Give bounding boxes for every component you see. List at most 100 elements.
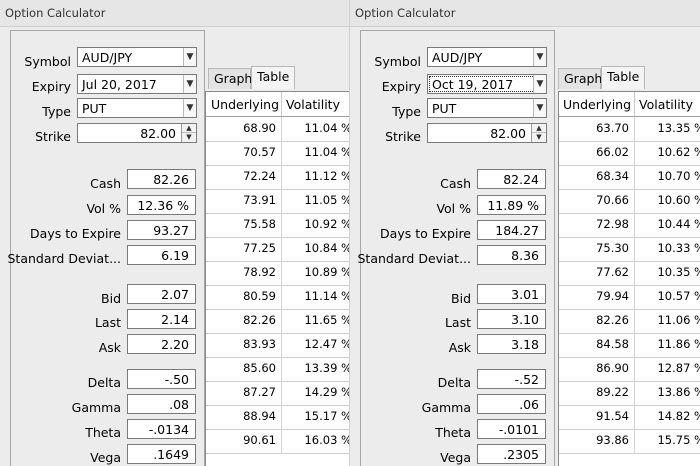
column-header-underlying[interactable]: Underlying [563, 97, 631, 112]
delta-field[interactable]: -.52 [477, 369, 546, 389]
delta-value: -.50 [164, 372, 189, 387]
volatility-cell: 10.57 % [657, 289, 700, 303]
volatility-cell: 11.04 % [304, 145, 350, 159]
type-dropdown[interactable]: PUT ▼ [77, 98, 197, 118]
volatility-cell: 11.05 % [304, 193, 350, 207]
last-label: Last [444, 315, 471, 330]
type-dropdown[interactable]: PUT ▼ [427, 98, 547, 118]
table-row[interactable]: 83.93 12.47 % [206, 333, 350, 358]
table-row[interactable]: 91.54 14.82 % [559, 405, 700, 430]
chevron-down-icon[interactable]: ▼ [183, 48, 196, 66]
expiry-dropdown[interactable]: Jul 20, 2017 ▼ [77, 74, 197, 94]
strike-stepper[interactable]: 82.00 ▲ ▼ [427, 123, 547, 143]
table-row[interactable]: 77.62 10.35 % [559, 261, 700, 286]
column-header-volatility[interactable]: Volatility [639, 97, 693, 112]
ask-value: 3.18 [511, 337, 539, 352]
cash-field[interactable]: 82.26 [127, 169, 196, 189]
table-row[interactable]: 63.70 13.35 % [559, 117, 700, 142]
table-row[interactable]: 72.98 10.44 % [559, 213, 700, 238]
table-row[interactable]: 77.25 10.84 % [206, 237, 350, 262]
expiry-dropdown[interactable]: Oct 19, 2017 ▼ [427, 74, 547, 94]
ask-field[interactable]: 2.20 [127, 334, 196, 354]
table-row[interactable]: 93.86 15.75 % [559, 429, 700, 454]
theta-field[interactable]: -.0101 [477, 419, 546, 439]
vol-field[interactable]: 12.36 % [127, 195, 196, 215]
volatility-cell: 12.47 % [304, 337, 350, 351]
vega-field[interactable]: .2305 [477, 444, 546, 464]
tab-graph[interactable]: Graph [558, 68, 602, 89]
table-row[interactable]: 85.60 13.39 % [206, 357, 349, 382]
spin-down-icon[interactable]: ▼ [532, 133, 546, 142]
table-row[interactable]: 87.27 14.29 % [206, 381, 349, 406]
underlying-cell: 93.86 [596, 433, 629, 447]
bid-field[interactable]: 2.07 [127, 284, 196, 304]
stddev-value: 8.36 [511, 248, 539, 263]
chevron-down-icon[interactable]: ▼ [533, 75, 546, 93]
table-row[interactable]: 75.58 10.92 % [206, 213, 349, 238]
underlying-cell: 70.57 [243, 145, 276, 159]
vega-field[interactable]: .1649 [127, 444, 196, 464]
tab-table[interactable]: Table [251, 66, 295, 89]
spin-up-icon[interactable]: ▲ [182, 124, 196, 133]
gamma-field[interactable]: .08 [127, 394, 196, 414]
table-row[interactable]: 78.92 10.89 % [206, 261, 349, 286]
cash-field[interactable]: 82.24 [477, 169, 546, 189]
last-field[interactable]: 2.14 [127, 309, 196, 329]
bid-field[interactable]: 3.01 [477, 284, 546, 304]
table-row[interactable]: 86.90 12.87 % [559, 357, 700, 382]
gamma-field[interactable]: .06 [477, 394, 546, 414]
table-row[interactable]: 70.66 10.60 % [559, 189, 700, 214]
spin-up-icon[interactable]: ▲ [532, 124, 546, 133]
strike-stepper[interactable]: 82.00 ▲ ▼ [77, 123, 197, 143]
volatility-cell: 14.82 % [657, 409, 700, 423]
ask-label: Ask [448, 340, 471, 355]
theta-field[interactable]: -.0134 [127, 419, 196, 439]
tab-table[interactable]: Table [601, 66, 645, 89]
window-title: Option Calculator [5, 6, 106, 20]
days-field[interactable]: 184.27 [477, 220, 546, 240]
symbol-dropdown[interactable]: AUD/JPY ▼ [77, 47, 197, 67]
table-row[interactable]: 68.34 10.70 % [559, 165, 700, 190]
days-value: 93.27 [153, 223, 189, 238]
chevron-down-icon[interactable]: ▼ [533, 48, 546, 66]
chevron-down-icon[interactable]: ▼ [533, 99, 546, 117]
vol-label: Vol % [86, 201, 121, 216]
vega-value: .1649 [153, 447, 189, 462]
table-row[interactable]: 88.94 15.17 % [206, 405, 349, 430]
table-row[interactable]: 70.57 11.04 % [206, 141, 350, 166]
table-row[interactable]: 79.94 10.57 % [559, 285, 700, 310]
underlying-cell: 66.02 [596, 145, 629, 159]
strike-spinner[interactable]: ▲ ▼ [181, 124, 196, 142]
strike-spinner[interactable]: ▲ ▼ [531, 124, 546, 142]
symbol-dropdown[interactable]: AUD/JPY ▼ [427, 47, 547, 67]
delta-field[interactable]: -.50 [127, 369, 196, 389]
chevron-down-icon[interactable]: ▼ [183, 99, 196, 117]
days-field[interactable]: 93.27 [127, 220, 196, 240]
table-row[interactable]: 82.26 11.65 % [206, 309, 349, 334]
table-row[interactable]: 84.58 11.86 % [559, 333, 700, 358]
last-field[interactable]: 3.10 [477, 309, 546, 329]
table-row[interactable]: 89.22 13.86 % [559, 381, 700, 406]
tab-graph[interactable]: Graph [208, 68, 252, 89]
underlying-cell: 70.66 [596, 193, 629, 207]
volatility-cell: 10.84 % [304, 241, 350, 255]
table-row[interactable]: 90.61 16.03 % [206, 429, 349, 454]
table-row[interactable]: 72.24 11.12 % [206, 165, 349, 190]
column-header-underlying[interactable]: Underlying [211, 97, 279, 112]
volatility-cell: 11.04 % [304, 121, 350, 135]
vega-label: Vega [90, 450, 121, 465]
table-row[interactable]: 75.30 10.33 % [559, 237, 700, 262]
vega-label: Vega [440, 450, 471, 465]
ask-field[interactable]: 3.18 [477, 334, 546, 354]
table-row[interactable]: 66.02 10.62 % [559, 141, 700, 166]
spin-down-icon[interactable]: ▼ [182, 133, 196, 142]
stddev-field[interactable]: 6.19 [127, 245, 196, 265]
table-row[interactable]: 80.59 11.14 % [206, 285, 349, 310]
table-row[interactable]: 82.26 11.06 % [559, 309, 700, 334]
column-header-volatility[interactable]: Volatility [286, 97, 340, 112]
table-row[interactable]: 68.90 11.04 % [206, 117, 350, 142]
vol-field[interactable]: 11.89 % [477, 195, 546, 215]
chevron-down-icon[interactable]: ▼ [183, 75, 196, 93]
table-row[interactable]: 73.91 11.05 % [206, 189, 350, 214]
stddev-field[interactable]: 8.36 [477, 245, 546, 265]
